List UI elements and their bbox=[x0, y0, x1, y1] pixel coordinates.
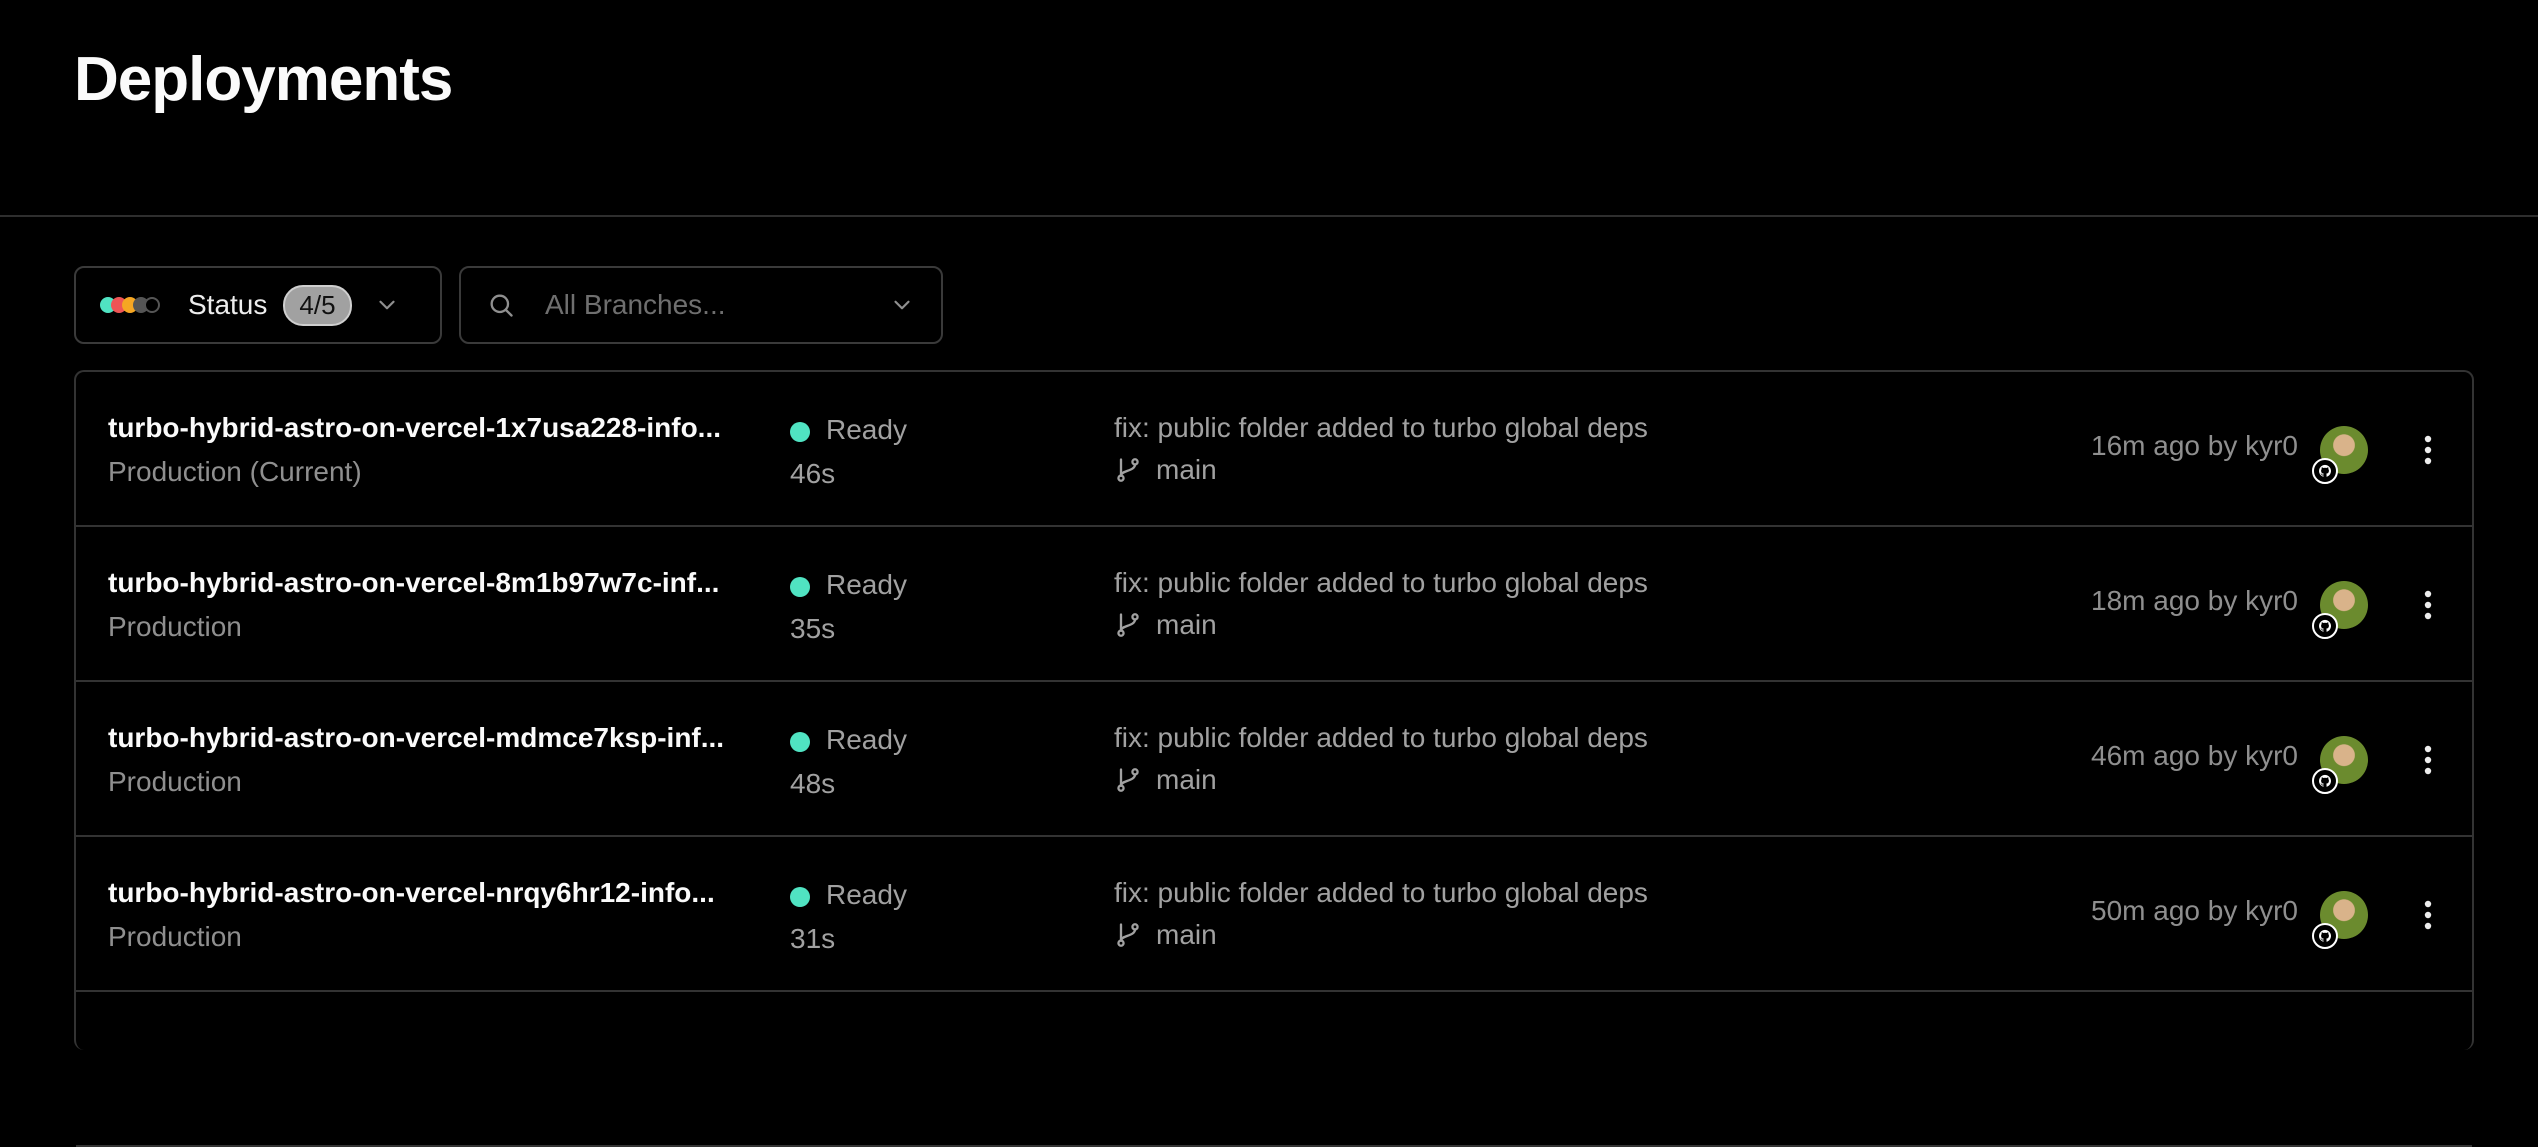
chevron-down-icon[interactable] bbox=[889, 292, 915, 318]
deployment-environment: Production bbox=[108, 611, 242, 642]
status-ready-icon bbox=[790, 422, 810, 442]
status-filter-button[interactable]: Status 4/5 bbox=[74, 266, 442, 344]
commit-message[interactable]: fix: public folder added to turbo global… bbox=[1114, 567, 1648, 599]
deployment-status: Ready bbox=[826, 414, 907, 445]
git-branch-icon bbox=[1117, 613, 1139, 637]
deployment-status: Ready bbox=[826, 724, 907, 755]
branch-link[interactable]: main bbox=[1114, 609, 1217, 641]
git-branch-icon bbox=[1117, 923, 1139, 947]
deployment-name[interactable]: turbo-hybrid-astro-on-vercel-8m1b97w7c-i… bbox=[108, 567, 719, 599]
branch-link[interactable]: main bbox=[1114, 919, 1217, 951]
deployment-duration: 35s bbox=[790, 613, 836, 644]
more-vertical-icon[interactable] bbox=[2408, 895, 2448, 935]
chevron-down-icon bbox=[378, 300, 395, 310]
deployment-name[interactable]: turbo-hybrid-astro-on-vercel-mdmce7ksp-i… bbox=[108, 722, 724, 754]
search-icon bbox=[490, 294, 513, 317]
github-icon bbox=[2312, 613, 2338, 639]
github-icon bbox=[2312, 458, 2338, 484]
deployment-duration: 46s bbox=[790, 458, 836, 489]
commit-message[interactable]: fix: public folder added to turbo global… bbox=[1114, 412, 1648, 444]
deployment-duration: 48s bbox=[790, 768, 836, 799]
github-icon bbox=[2312, 768, 2338, 794]
more-vertical-icon[interactable] bbox=[2408, 585, 2448, 625]
branch-link[interactable]: main bbox=[1114, 454, 1217, 486]
deployment-row[interactable]: turbo-hybrid-astro-on-vercel-nrqy6hr12-i… bbox=[76, 837, 2472, 992]
status-count-badge: 4/5 bbox=[283, 284, 352, 326]
branch-name: main bbox=[1156, 609, 1217, 640]
deployment-row[interactable] bbox=[76, 992, 2472, 1147]
deployment-status: Ready bbox=[826, 879, 907, 910]
more-vertical-icon[interactable] bbox=[2408, 740, 2448, 780]
status-dot-canceled bbox=[144, 297, 160, 313]
branch-name: main bbox=[1156, 764, 1217, 795]
status-ready-icon bbox=[790, 577, 810, 597]
git-branch-icon bbox=[1117, 768, 1139, 792]
deployment-time-author: 46m ago by kyr0 bbox=[2091, 740, 2298, 771]
header-divider bbox=[0, 215, 2538, 217]
deployment-environment: Production (Current) bbox=[108, 456, 362, 487]
deployment-row[interactable]: turbo-hybrid-astro-on-vercel-mdmce7ksp-i… bbox=[76, 682, 2472, 837]
status-ready-icon bbox=[790, 887, 810, 907]
commit-message[interactable]: fix: public folder added to turbo global… bbox=[1114, 722, 1648, 754]
deployment-environment: Production bbox=[108, 921, 242, 952]
deployment-time-author: 18m ago by kyr0 bbox=[2091, 585, 2298, 616]
status-filter-label: Status bbox=[188, 289, 268, 320]
branch-search-input[interactable] bbox=[543, 288, 877, 322]
deployment-name[interactable]: turbo-hybrid-astro-on-vercel-nrqy6hr12-i… bbox=[108, 877, 715, 909]
deployment-name[interactable]: turbo-hybrid-astro-on-vercel-1x7usa228-i… bbox=[108, 412, 721, 444]
branch-name: main bbox=[1156, 454, 1217, 485]
status-dots-icon bbox=[100, 295, 166, 315]
github-icon bbox=[2312, 923, 2338, 949]
deployments-list: turbo-hybrid-astro-on-vercel-1x7usa228-i… bbox=[74, 370, 2474, 1147]
branch-name: main bbox=[1156, 919, 1217, 950]
branch-link[interactable]: main bbox=[1114, 764, 1217, 796]
deployment-status: Ready bbox=[826, 569, 907, 600]
status-ready-icon bbox=[790, 732, 810, 752]
deployment-duration: 31s bbox=[790, 923, 836, 954]
page-title: Deployments bbox=[74, 45, 453, 114]
deployment-time-author: 16m ago by kyr0 bbox=[2091, 430, 2298, 461]
git-branch-icon bbox=[1117, 458, 1139, 482]
deployment-row[interactable]: turbo-hybrid-astro-on-vercel-8m1b97w7c-i… bbox=[76, 527, 2472, 682]
deployment-time-author: 50m ago by kyr0 bbox=[2091, 895, 2298, 926]
commit-message[interactable]: fix: public folder added to turbo global… bbox=[1114, 877, 1648, 909]
deployment-environment: Production bbox=[108, 766, 242, 797]
more-vertical-icon[interactable] bbox=[2408, 430, 2448, 470]
deployment-row[interactable]: turbo-hybrid-astro-on-vercel-1x7usa228-i… bbox=[76, 372, 2472, 527]
branch-filter[interactable] bbox=[459, 266, 943, 344]
